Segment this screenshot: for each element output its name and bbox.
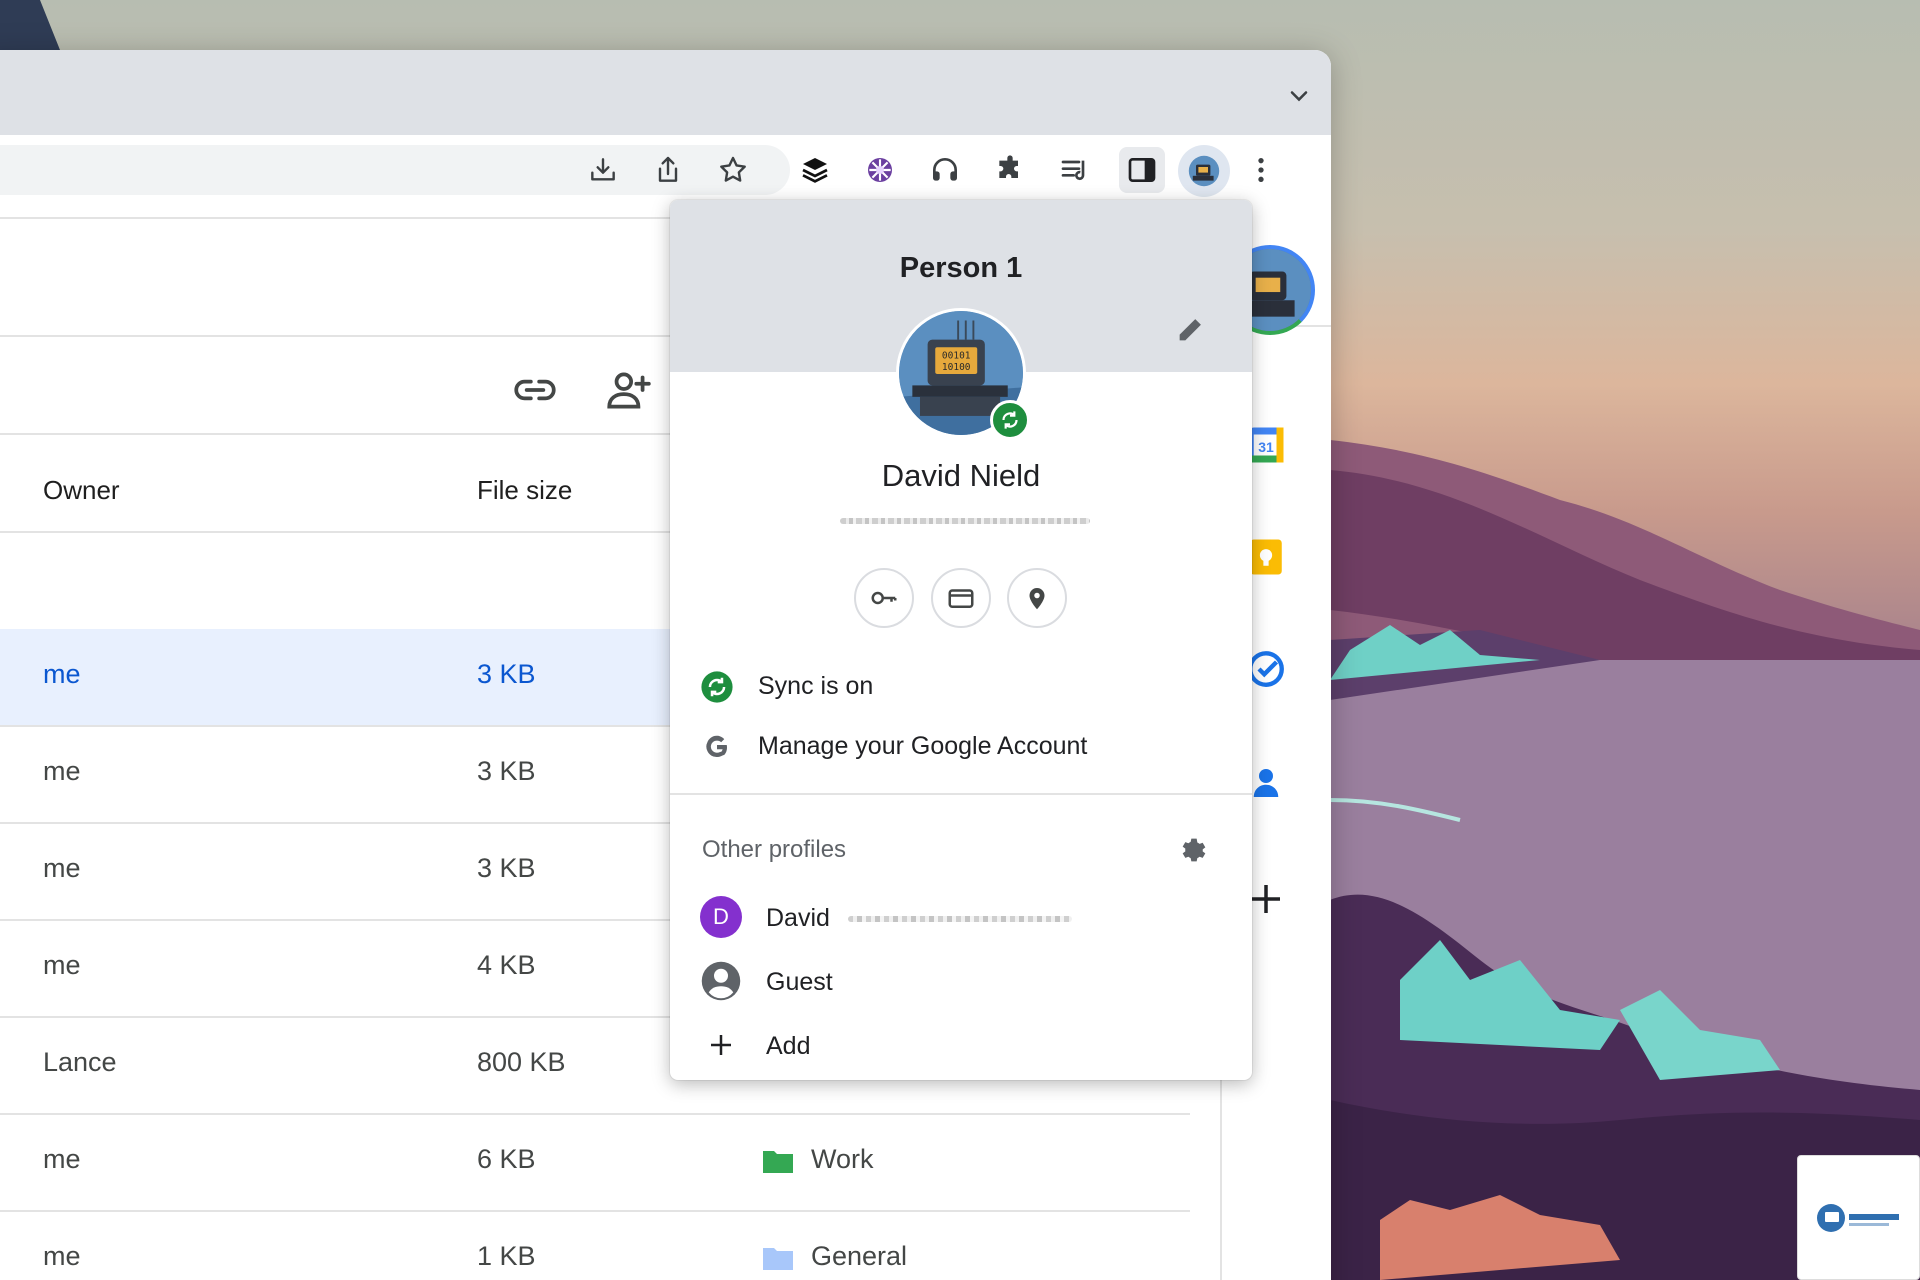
file-size-cell: 6 KB [477,1144,536,1174]
download-icon[interactable] [584,151,622,189]
table-row[interactable]: me 6 KB Work [0,1114,1190,1210]
profile-item-guest[interactable]: Guest [670,952,1252,1012]
calendar-day: 31 [1258,439,1274,455]
location-cell: General [811,1241,908,1271]
copy-link-icon[interactable] [510,365,560,415]
file-size-cell: 4 KB [477,950,536,980]
guest-account-icon [700,960,742,1002]
passwords-key-icon[interactable] [854,568,914,628]
sync-status-row[interactable]: Sync is on [670,658,1252,714]
file-size-cell: 3 KB [477,756,536,786]
profile-avatar-button[interactable] [1178,145,1230,197]
divider [670,793,1252,795]
file-size-cell: 1 KB [477,1241,536,1271]
owner-cell: me [43,853,81,883]
sync-label: Sync is on [758,672,874,700]
owner-cell: me [43,756,81,786]
location-cell: Work [811,1144,874,1174]
site-logo-watermark [1797,1155,1920,1280]
owner-cell: me [43,1144,81,1174]
tab-search-chevron-icon[interactable] [1285,82,1313,110]
sync-badge-icon [990,400,1030,440]
more-menu-icon[interactable] [1242,151,1280,189]
buffer-extension-icon[interactable] [796,151,834,189]
extensions-puzzle-icon[interactable] [991,151,1029,189]
profile-title: Person 1 [899,252,1023,284]
share-add-person-icon[interactable] [603,365,653,415]
folder-icon [763,1151,793,1173]
manage-account-row[interactable]: Manage your Google Account [670,718,1252,774]
column-header-file-size[interactable]: File size [477,475,572,506]
owner-cell: me [43,1241,81,1271]
add-profile-button[interactable]: Add [670,1016,1252,1076]
owner-cell: me [43,659,81,689]
address-pin-icon[interactable] [1007,568,1067,628]
table-row[interactable]: me 1 KB General [0,1211,1190,1280]
svg-text:10100: 10100 [942,362,971,373]
profile-item-david[interactable]: D David [670,888,1252,948]
sync-icon [700,670,734,704]
profile-menu-popup: Person 1 00101 10100 David Nield Sync is… [670,200,1252,1080]
bookmark-star-icon[interactable] [714,151,752,189]
profile-name: Guest [766,968,833,996]
owner-cell: Lance [43,1047,117,1077]
plus-icon [700,1024,742,1066]
payment-card-icon[interactable] [931,568,991,628]
folder-icon [763,1248,793,1270]
manage-account-label: Manage your Google Account [758,732,1088,760]
profile-name: David [766,904,830,932]
tab-strip [0,50,1331,135]
google-g-icon [700,730,734,764]
share-icon[interactable] [649,151,687,189]
blurred-profile-email [848,916,1072,922]
file-size-cell: 3 KB [477,853,536,883]
column-header-owner[interactable]: Owner [43,475,120,506]
headphones-extension-icon[interactable] [926,151,964,189]
owner-cell: me [43,950,81,980]
side-panel-icon[interactable] [1119,147,1165,193]
gear-icon[interactable] [1176,834,1208,866]
browser-toolbar [0,135,1331,205]
flower-extension-icon[interactable] [861,151,899,189]
edit-pencil-icon[interactable] [1174,312,1208,346]
other-profiles-heading: Other profiles [702,836,847,863]
file-size-cell: 800 KB [477,1047,566,1077]
blurred-email [840,518,1090,524]
reading-list-icon[interactable] [1056,151,1094,189]
add-label: Add [766,1032,811,1060]
user-name: David Nield [881,458,1041,493]
profile-avatar-d: D [700,896,742,938]
svg-text:00101: 00101 [942,351,971,362]
file-size-cell: 3 KB [477,659,536,689]
